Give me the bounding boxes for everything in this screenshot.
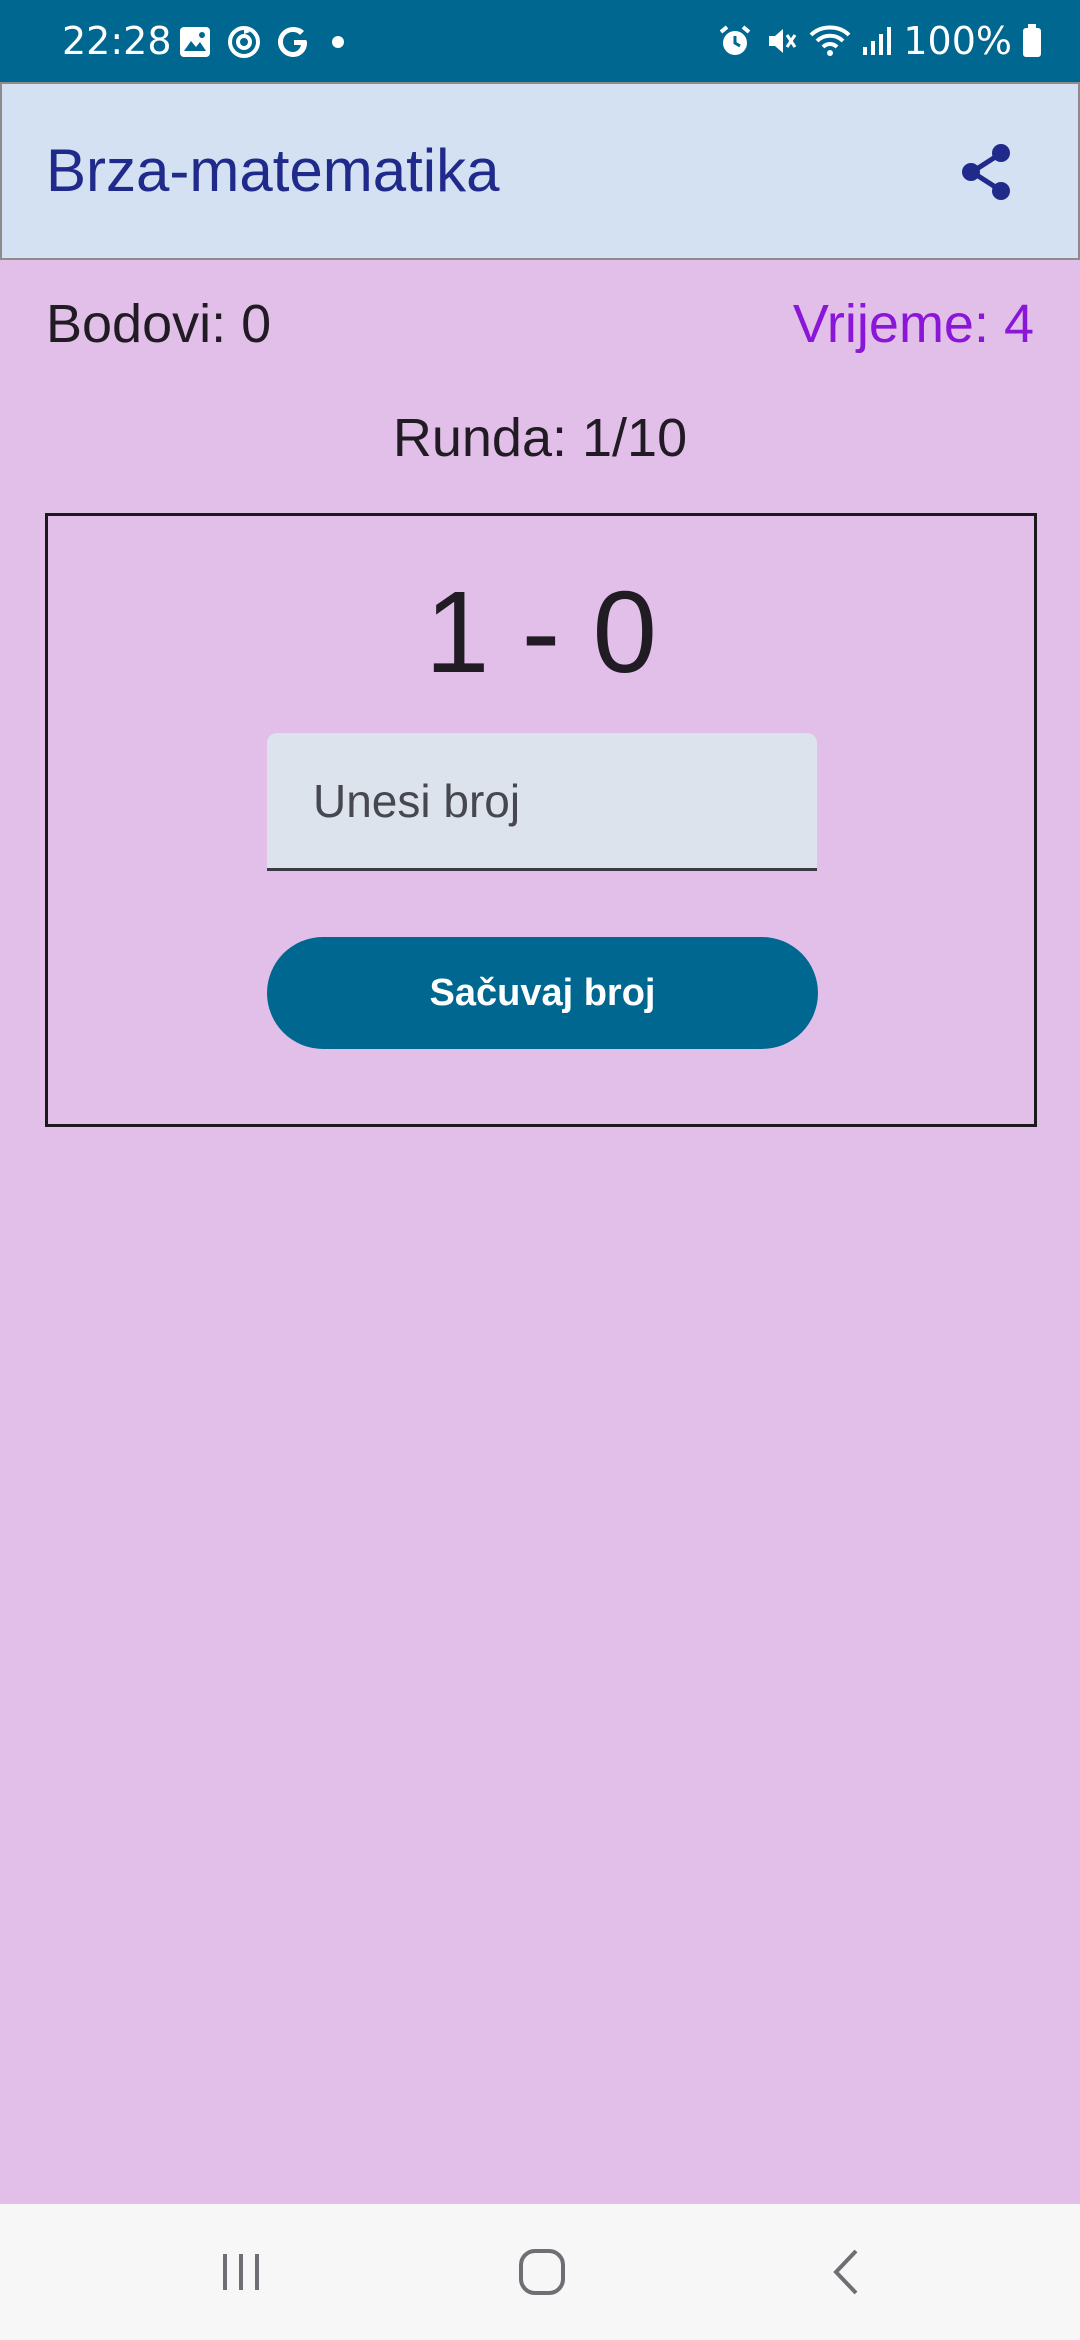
battery-percentage: 100%	[903, 19, 1012, 63]
battery-icon	[1022, 23, 1042, 59]
back-icon	[826, 2247, 866, 2297]
wifi-icon	[809, 23, 851, 59]
round-label: Runda: 1/10	[392, 408, 688, 468]
navigation-bar	[0, 2204, 1080, 2340]
app-title: Brza-matematika	[46, 137, 500, 204]
mute-icon	[763, 23, 799, 59]
number-input[interactable]	[267, 733, 817, 871]
status-right-icons: 100%	[717, 18, 1042, 64]
home-button[interactable]	[502, 2240, 582, 2304]
google-icon	[276, 24, 312, 60]
recent-apps-icon	[217, 2248, 265, 2296]
share-button[interactable]	[954, 140, 1018, 204]
signal-icon	[861, 23, 893, 59]
status-left-icons	[178, 22, 350, 62]
home-icon	[517, 2247, 567, 2297]
time-label: Vrijeme: 4	[792, 294, 1034, 354]
notification-dot-icon	[326, 30, 350, 54]
sync-icon	[226, 24, 262, 60]
save-number-button[interactable]: Sačuvaj broj	[267, 937, 818, 1049]
status-bar: 22:28 100%	[0, 0, 1080, 82]
recent-apps-button[interactable]	[201, 2240, 281, 2304]
game-card: 1 - 0 Sačuvaj broj	[45, 513, 1037, 1127]
alarm-icon	[717, 23, 753, 59]
app-bar: Brza-matematika	[0, 82, 1080, 260]
score-label: Bodovi: 0	[46, 294, 272, 354]
gallery-icon	[178, 25, 212, 59]
status-time: 22:28	[62, 19, 172, 63]
share-icon	[956, 142, 1016, 202]
math-problem: 1 - 0	[424, 567, 658, 697]
back-button[interactable]	[806, 2240, 886, 2304]
